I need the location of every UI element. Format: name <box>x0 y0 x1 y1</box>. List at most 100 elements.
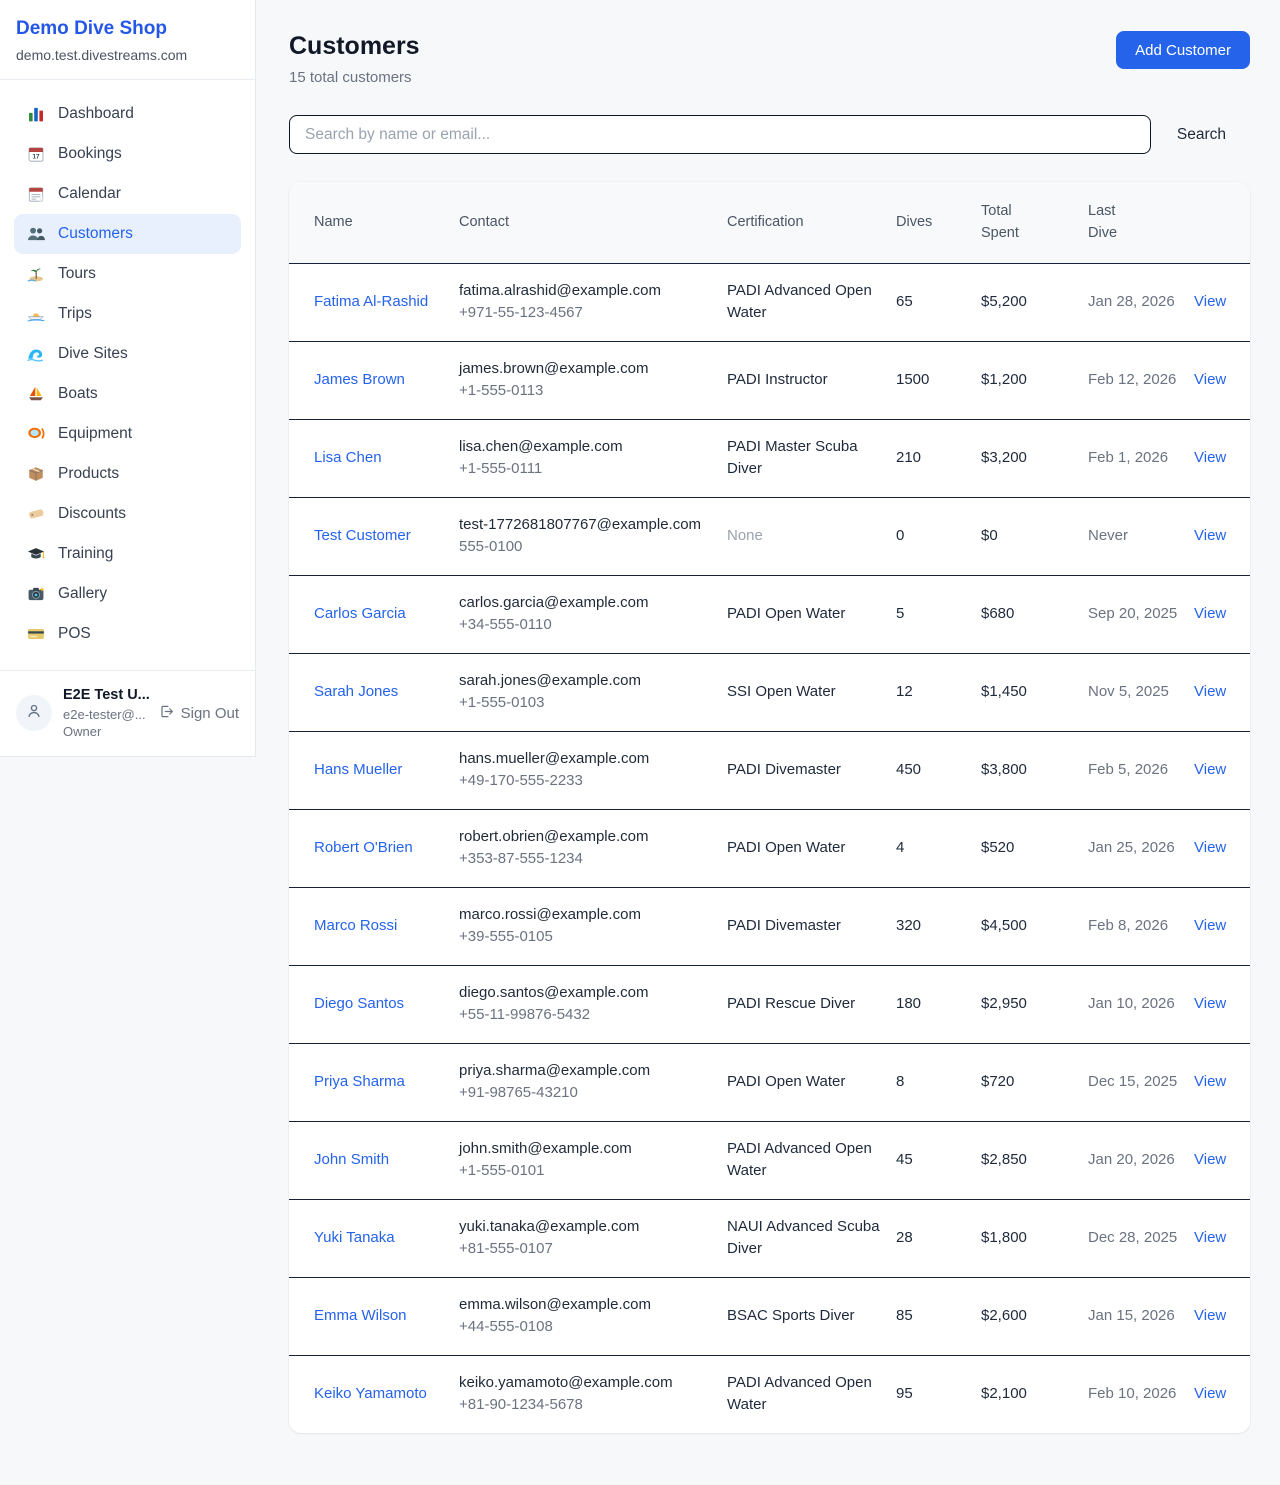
customer-certification: PADI Advanced Open Water <box>727 1355 896 1433</box>
view-link[interactable]: View <box>1194 1073 1226 1090</box>
customer-name-link[interactable]: Sarah Jones <box>314 683 398 700</box>
customer-certification: PADI Instructor <box>727 341 896 419</box>
table-row: Sarah Jonessarah.jones@example.com+1-555… <box>289 653 1250 731</box>
customer-phone: 555-0100 <box>459 536 713 559</box>
sidebar-item-calendar[interactable]: Calendar <box>14 174 241 214</box>
sidebar-item-equipment[interactable]: Equipment <box>14 414 241 454</box>
sidebar-item-discounts[interactable]: Discounts <box>14 494 241 534</box>
customer-name-link[interactable]: James Brown <box>314 371 405 388</box>
customer-name-link[interactable]: Lisa Chen <box>314 449 382 466</box>
user-email: e2e-tester@... <box>63 706 148 724</box>
graduation-cap-icon <box>27 545 45 563</box>
customer-certification: PADI Divemaster <box>727 887 896 965</box>
view-link[interactable]: View <box>1194 995 1226 1012</box>
customer-name-link[interactable]: Carlos Garcia <box>314 605 406 622</box>
view-link[interactable]: View <box>1194 371 1226 388</box>
view-link[interactable]: View <box>1194 1307 1226 1324</box>
customer-last-dive: Sep 20, 2025 <box>1088 575 1194 653</box>
sidebar-item-products[interactable]: Products <box>14 454 241 494</box>
customer-name-link[interactable]: Fatima Al-Rashid <box>314 293 428 310</box>
table-header-row: NameContactCertificationDivesTotal Spent… <box>289 182 1250 263</box>
bar-chart-icon <box>27 105 45 123</box>
customer-certification: NAUI Advanced Scuba Diver <box>727 1199 896 1277</box>
total-customers-count: 15 total customers <box>289 69 420 86</box>
brand-name: Demo Dive Shop <box>16 18 239 40</box>
view-link[interactable]: View <box>1194 293 1226 310</box>
table-row: Priya Sharmapriya.sharma@example.com+91-… <box>289 1043 1250 1121</box>
customer-total-spent: $2,100 <box>981 1355 1088 1433</box>
view-link[interactable]: View <box>1194 1385 1226 1402</box>
customer-certification: None <box>727 497 896 575</box>
view-link[interactable]: View <box>1194 449 1226 466</box>
table-row: Keiko Yamamoto keiko.yamamoto@example.com… <box>289 1355 1250 1433</box>
customer-last-dive: Never <box>1088 497 1194 575</box>
sidebar-item-label: POS <box>58 625 91 643</box>
sidebar-item-dashboard[interactable]: Dashboard <box>14 94 241 134</box>
sidebar-item-tours[interactable]: Tours <box>14 254 241 294</box>
customer-name-link[interactable]: Hans Mueller <box>314 761 402 778</box>
view-link[interactable]: View <box>1194 683 1226 700</box>
sidebar-item-label: Equipment <box>58 425 132 443</box>
speedboat-icon <box>27 305 45 323</box>
sidebar-item-dive-sites[interactable]: Dive Sites <box>14 334 241 374</box>
customer-phone: +44-555-0108 <box>459 1316 713 1339</box>
sidebar-item-label: Trips <box>58 305 92 323</box>
view-link[interactable]: View <box>1194 1151 1226 1168</box>
customer-dives: 4 <box>896 809 981 887</box>
sidebar-item-gallery[interactable]: Gallery <box>14 574 241 614</box>
customer-phone: +91-98765-43210 <box>459 1082 713 1105</box>
customer-name-link[interactable]: Priya Sharma <box>314 1073 405 1090</box>
customer-name-link[interactable]: Robert O'Brien <box>314 839 413 856</box>
calendar-date-icon: 17 <box>27 145 45 163</box>
sidebar-nav: Dashboard17Bookings Calendar CustomersTour… <box>0 80 255 670</box>
view-link[interactable]: View <box>1194 605 1226 622</box>
main-content: Customers 15 total customers Add Custome… <box>256 0 1280 1463</box>
avatar <box>16 695 52 731</box>
customer-total-spent: $520 <box>981 809 1088 887</box>
sidebar-item-training[interactable]: Training <box>14 534 241 574</box>
sidebar-item-label: Dive Sites <box>58 345 128 363</box>
customer-name-link[interactable]: Diego Santos <box>314 995 404 1012</box>
sidebar-item-pos[interactable]: POS <box>14 614 241 654</box>
customer-email: diego.santos@example.com <box>459 982 713 1005</box>
add-customer-button[interactable]: Add Customer <box>1116 31 1250 69</box>
customer-phone: +34-555-0110 <box>459 614 713 637</box>
user-info: E2E Test U... e2e-tester@... Owner <box>63 686 148 741</box>
view-link[interactable]: View <box>1194 1229 1226 1246</box>
customer-dives: 0 <box>896 497 981 575</box>
customer-name-link[interactable]: Test Customer <box>314 527 411 544</box>
table-row: Marco Rossimarco.rossi@example.com+39-55… <box>289 887 1250 965</box>
customer-dives: 320 <box>896 887 981 965</box>
table-row: John Smithjohn.smith@example.com+1-555-0… <box>289 1121 1250 1199</box>
customer-name-link[interactable]: Keiko Yamamoto <box>314 1385 427 1402</box>
view-link[interactable]: View <box>1194 761 1226 778</box>
sidebar-item-trips[interactable]: Trips <box>14 294 241 334</box>
view-link[interactable]: View <box>1194 917 1226 934</box>
customer-dives: 85 <box>896 1277 981 1355</box>
customer-name-link[interactable]: Emma Wilson <box>314 1307 407 1324</box>
customer-email: john.smith@example.com <box>459 1138 713 1161</box>
customer-total-spent: $1,800 <box>981 1199 1088 1277</box>
customer-name-link[interactable]: Marco Rossi <box>314 917 397 934</box>
view-link[interactable]: View <box>1194 527 1226 544</box>
sidebar-item-customers[interactable]: Customers <box>14 214 241 254</box>
customer-phone: +39-555-0105 <box>459 926 713 949</box>
sign-out-button[interactable]: Sign Out <box>159 704 239 723</box>
view-link[interactable]: View <box>1194 839 1226 856</box>
customer-phone: +971-55-123-4567 <box>459 302 713 325</box>
customer-email: hans.mueller@example.com <box>459 748 713 771</box>
sidebar-item-bookings[interactable]: 17Bookings <box>14 134 241 174</box>
search-button[interactable]: Search <box>1153 126 1250 144</box>
search-input[interactable] <box>289 115 1151 154</box>
sidebar-item-boats[interactable]: Boats <box>14 374 241 414</box>
customer-certification: PADI Rescue Diver <box>727 965 896 1043</box>
customer-email: keiko.yamamoto@example.com <box>459 1372 713 1395</box>
customer-name-link[interactable]: John Smith <box>314 1151 389 1168</box>
customer-total-spent: $2,600 <box>981 1277 1088 1355</box>
label-icon <box>27 505 45 523</box>
customer-name-link[interactable]: Yuki Tanaka <box>314 1229 395 1246</box>
customer-certification: PADI Open Water <box>727 809 896 887</box>
sidebar-item-label: Calendar <box>58 185 121 203</box>
customer-dives: 1500 <box>896 341 981 419</box>
customer-phone: +81-555-0107 <box>459 1238 713 1261</box>
